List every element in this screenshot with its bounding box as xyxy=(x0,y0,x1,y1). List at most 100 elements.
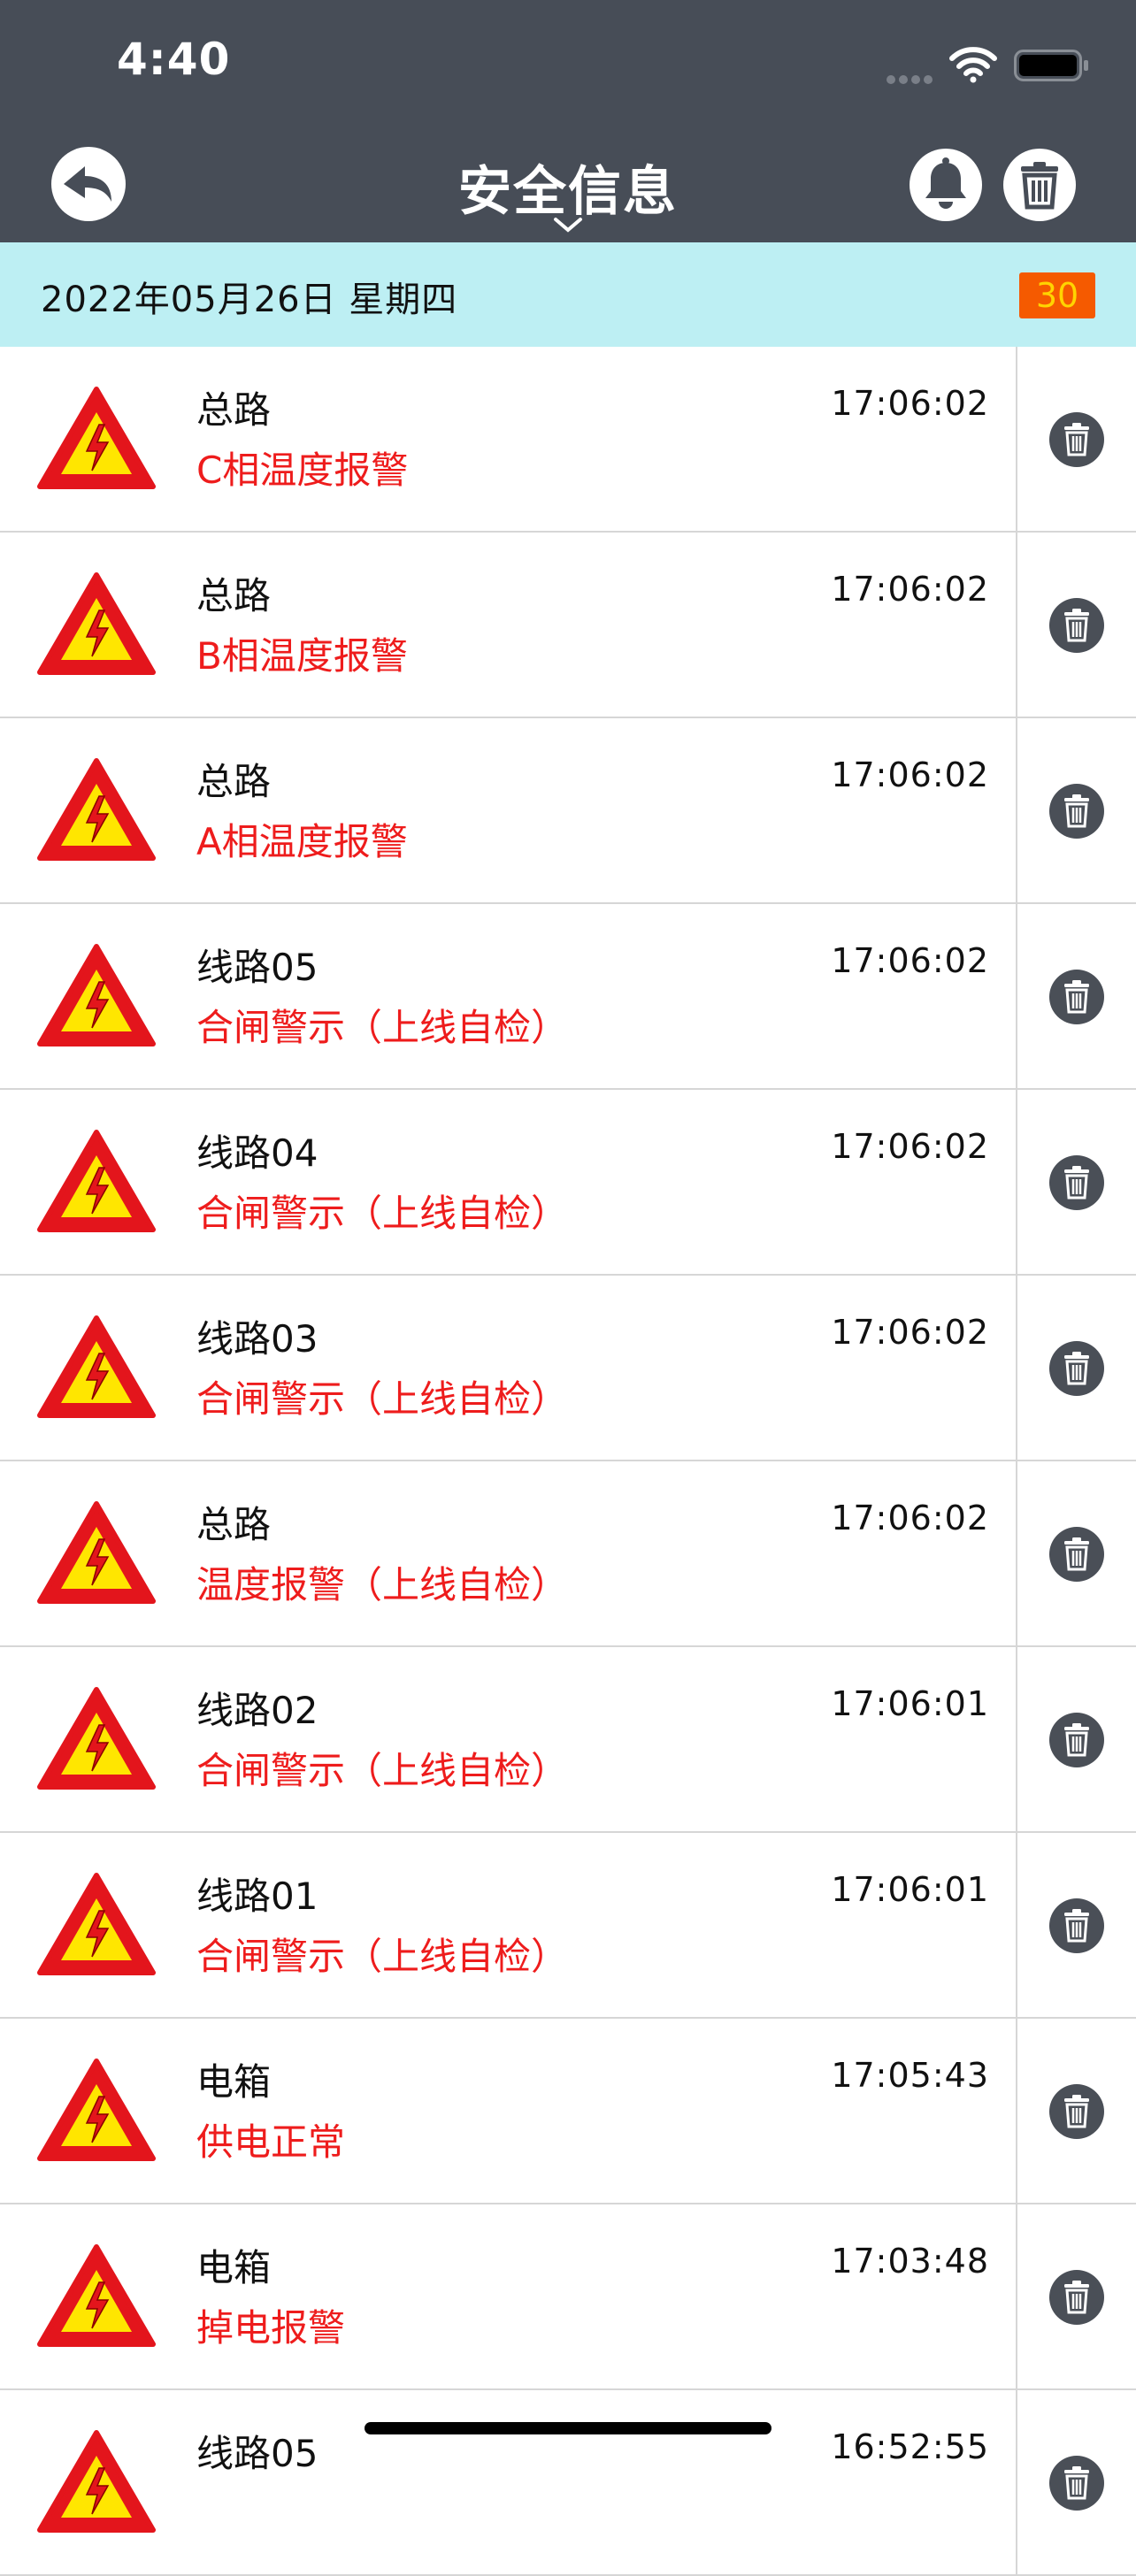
row-divider xyxy=(1016,347,1017,533)
item-status: 合闸警示（上线自检） xyxy=(196,1377,569,1421)
row-divider xyxy=(1016,533,1017,718)
item-status: 掉电报警 xyxy=(196,2306,346,2350)
warning-icon xyxy=(37,1686,156,1792)
trash-icon xyxy=(1049,1166,1104,1214)
item-time: 17:06:01 xyxy=(831,1684,989,1723)
bell-icon xyxy=(925,157,966,209)
list-item[interactable]: 总路 C相温度报警 17:06:02 xyxy=(0,347,1136,533)
delete-item-button[interactable] xyxy=(1049,1155,1104,1210)
item-time: 17:06:02 xyxy=(831,570,989,609)
item-time: 17:06:02 xyxy=(831,384,989,423)
item-time: 16:52:55 xyxy=(831,2427,989,2466)
item-time: 17:06:02 xyxy=(831,1313,989,1352)
count-badge: 30 xyxy=(1019,272,1095,318)
item-status: C相温度报警 xyxy=(196,448,409,492)
signal-icon xyxy=(887,71,940,84)
row-divider xyxy=(1016,1647,1017,1833)
trash-icon xyxy=(1049,1723,1104,1771)
list-item[interactable]: 总路 A相温度报警 17:06:02 xyxy=(0,718,1136,904)
home-indicator[interactable] xyxy=(365,2422,771,2434)
row-divider xyxy=(1016,718,1017,904)
warning-icon xyxy=(37,2058,156,2164)
trash-icon xyxy=(1049,609,1104,656)
item-status: 供电正常 xyxy=(196,2120,346,2164)
warning-icon xyxy=(37,1315,156,1421)
item-time: 17:06:01 xyxy=(831,1870,989,1909)
trash-icon xyxy=(1049,2466,1104,2514)
list-item[interactable]: 电箱供电正常 17:05:43 xyxy=(0,2019,1136,2204)
alarm-list: 总路 C相温度报警 17:06:02 总路 B相温度报警 17:06:02 总路 A相温度报警… xyxy=(0,347,1136,2576)
row-divider xyxy=(1016,1461,1017,1647)
clear-all-button[interactable] xyxy=(1003,149,1076,221)
item-time: 17:06:02 xyxy=(831,1499,989,1537)
trash-icon xyxy=(1049,980,1104,1028)
item-name: 线路05 xyxy=(196,946,319,989)
delete-item-button[interactable] xyxy=(1049,970,1104,1024)
trash-icon xyxy=(1049,1537,1104,1585)
delete-item-button[interactable] xyxy=(1049,784,1104,839)
row-divider xyxy=(1016,2019,1017,2204)
delete-item-button[interactable] xyxy=(1049,2084,1104,2139)
list-item[interactable]: 线路05 合闸警示（上线自检） 17:06:02 xyxy=(0,904,1136,1090)
row-divider xyxy=(1016,1276,1017,1461)
warning-icon xyxy=(37,943,156,1049)
item-time: 17:03:48 xyxy=(831,2242,989,2281)
item-status: 温度报警（上线自检） xyxy=(196,1563,569,1606)
item-name: 总路 xyxy=(196,760,272,803)
row-divider xyxy=(1016,1090,1017,1276)
item-name: 总路 xyxy=(196,1503,272,1546)
warning-icon xyxy=(37,571,156,678)
item-status: A相温度报警 xyxy=(196,820,408,863)
delete-item-button[interactable] xyxy=(1049,1341,1104,1396)
item-name: 线路03 xyxy=(196,1317,319,1361)
wifi-icon xyxy=(949,47,997,83)
list-item[interactable]: 线路04 合闸警示（上线自检） 17:06:02 xyxy=(0,1090,1136,1276)
notification-button[interactable] xyxy=(910,149,982,221)
date-bar: 2022年05月26日 星期四 30 xyxy=(0,242,1136,347)
item-name: 线路02 xyxy=(196,1689,319,1732)
item-name: 电箱 xyxy=(196,2060,272,2104)
date-label: 2022年05月26日 星期四 xyxy=(41,280,458,320)
warning-icon xyxy=(37,757,156,863)
item-name: 电箱 xyxy=(196,2246,272,2289)
list-item[interactable]: 电箱掉电报警 17:03:48 xyxy=(0,2204,1136,2390)
item-time: 17:05:43 xyxy=(831,2056,989,2095)
item-status: 合闸警示（上线自检） xyxy=(196,1749,569,1792)
trash-icon xyxy=(1049,794,1104,842)
delete-item-button[interactable] xyxy=(1049,1527,1104,1582)
item-name: 线路05 xyxy=(196,2432,319,2475)
list-item[interactable]: 线路02 合闸警示（上线自检） 17:06:01 xyxy=(0,1647,1136,1833)
item-time: 17:06:02 xyxy=(831,941,989,980)
list-item[interactable]: 线路03 合闸警示（上线自检） 17:06:02 xyxy=(0,1276,1136,1461)
warning-icon xyxy=(37,1500,156,1606)
trash-icon xyxy=(1021,162,1058,210)
trash-icon xyxy=(1049,1352,1104,1399)
warning-icon xyxy=(37,386,156,492)
trash-icon xyxy=(1049,423,1104,471)
item-status: B相温度报警 xyxy=(196,634,408,678)
delete-item-button[interactable] xyxy=(1049,2270,1104,2325)
warning-icon xyxy=(37,2243,156,2350)
list-item[interactable]: 总路 B相温度报警 17:06:02 xyxy=(0,533,1136,718)
delete-item-button[interactable] xyxy=(1049,1713,1104,1767)
row-divider xyxy=(1016,2204,1017,2390)
item-status: 合闸警示（上线自检） xyxy=(196,1192,569,1235)
delete-item-button[interactable] xyxy=(1049,412,1104,467)
row-divider xyxy=(1016,1833,1017,2019)
list-item[interactable]: 总路温度报警（上线自检） 17:06:02 xyxy=(0,1461,1136,1647)
delete-item-button[interactable] xyxy=(1049,2456,1104,2511)
battery-icon xyxy=(1014,50,1088,81)
delete-item-button[interactable] xyxy=(1049,598,1104,653)
delete-item-button[interactable] xyxy=(1049,1898,1104,1953)
trash-icon xyxy=(1049,2095,1104,2143)
warning-icon xyxy=(37,2429,156,2535)
item-name: 总路 xyxy=(196,574,272,617)
chevron-down-icon[interactable] xyxy=(552,216,584,234)
row-divider xyxy=(1016,2390,1017,2576)
warning-icon xyxy=(37,1129,156,1235)
item-status: 合闸警示（上线自检） xyxy=(196,1935,569,1978)
list-item[interactable]: 线路01 合闸警示（上线自检） 17:06:01 xyxy=(0,1833,1136,2019)
status-time: 4:40 xyxy=(117,34,231,85)
trash-icon xyxy=(1049,1909,1104,1957)
list-item[interactable]: 线路05 16:52:55 xyxy=(0,2390,1136,2576)
